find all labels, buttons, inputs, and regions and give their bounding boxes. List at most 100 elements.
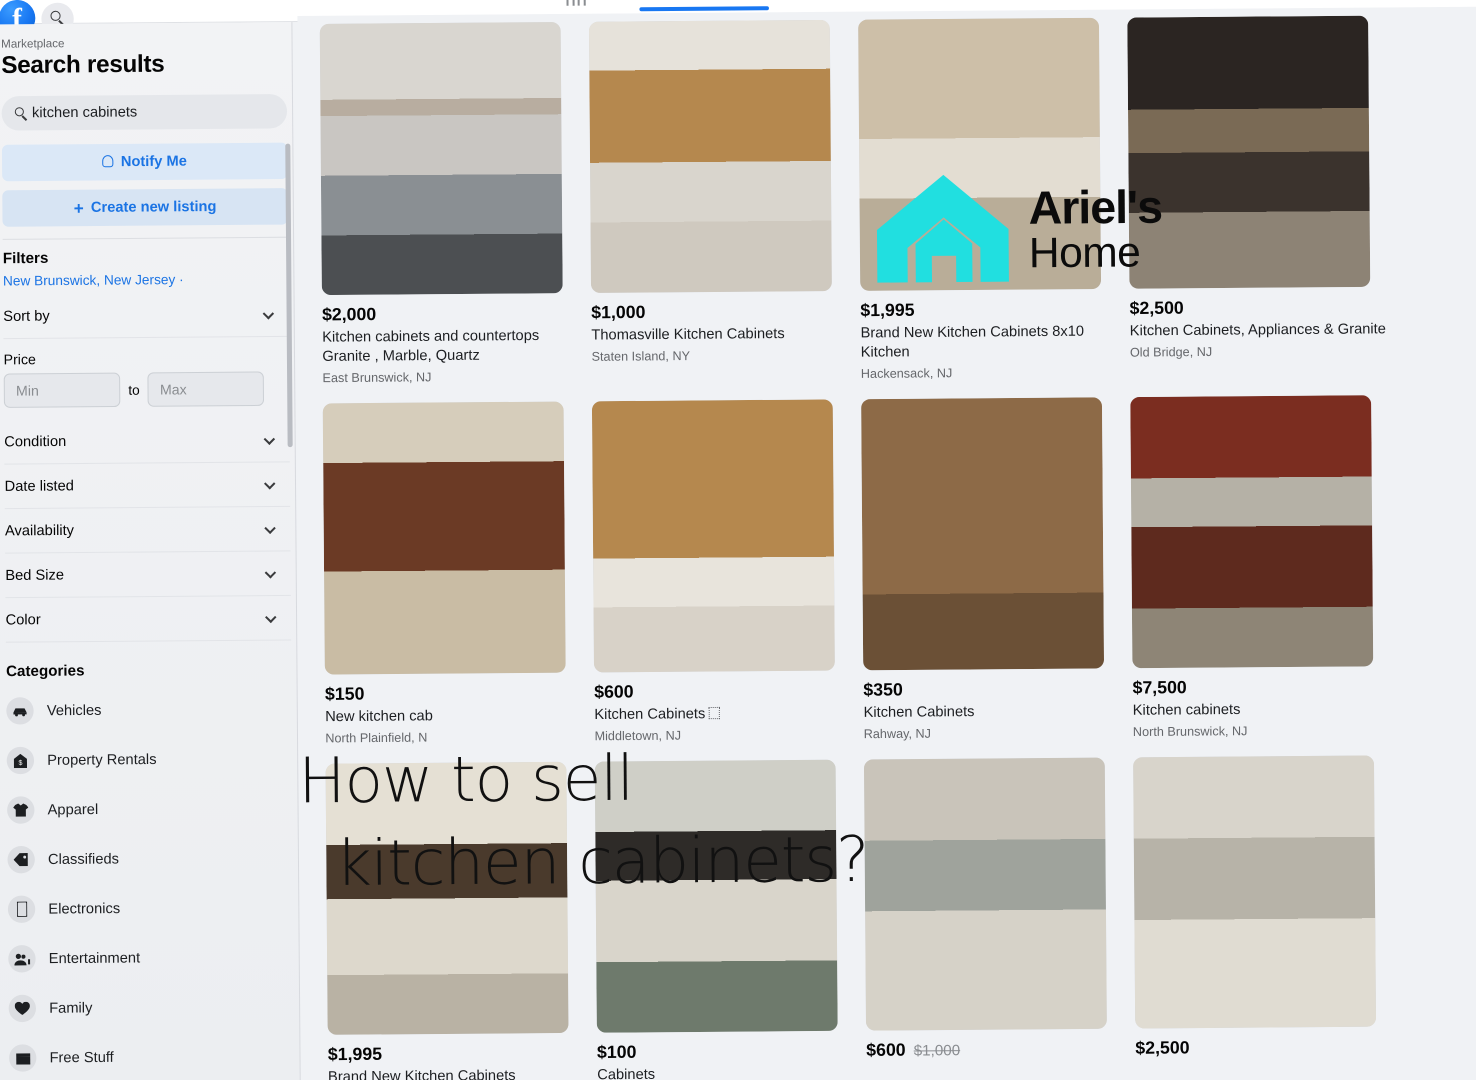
listing-title: Kitchen cabinets and countertops Granite…	[322, 327, 540, 366]
price-min-input[interactable]	[3, 372, 121, 408]
listing-photo[interactable]	[591, 399, 835, 673]
listing-card[interactable]: $350 Kitchen Cabinets Rahway, NJ	[861, 397, 1125, 742]
screenshot-stage: Marketplace Search results Notify Me + C…	[0, 0, 1476, 1080]
listing-photo-image	[325, 762, 569, 1036]
category-item-entertainment[interactable]: Entertainment	[8, 932, 283, 984]
listing-photo[interactable]	[588, 19, 832, 293]
listing-price: $1,000	[591, 300, 852, 323]
listing-photo[interactable]	[1127, 15, 1371, 289]
notify-me-button[interactable]: Notify Me	[1, 142, 288, 182]
listing-card[interactable]: $1,995Brand New Kitchen CabinetsJersey C…	[325, 762, 590, 1080]
listing-title: Brand New Kitchen Cabinets	[327, 1068, 516, 1080]
listing-card[interactable]: $2,000 Kitchen cabinets and countertops G…	[319, 22, 584, 386]
listing-price: $600 $1,000	[866, 1038, 1127, 1061]
listing-price-current: $1,000	[591, 301, 646, 323]
listing-price: $2,500	[1129, 296, 1390, 319]
filter-row-condition[interactable]: Condition	[4, 417, 290, 465]
listing-title: Brand New Kitchen Cabinets 8x10 Kitchen	[860, 323, 1085, 361]
listing-photo-image	[1133, 755, 1377, 1029]
page-title: Search results	[1, 50, 165, 80]
listing-location: North Brunswick, NJ	[1132, 724, 1248, 740]
filter-row-date-listed[interactable]: Date listed	[4, 462, 291, 510]
listing-card[interactable]: $7,500 Kitchen cabinets North Brunswick, N…	[1130, 395, 1394, 739]
tab-marketplace[interactable]	[540, 0, 654, 8]
listing-card[interactable]: $600 $1,000	[863, 757, 1128, 1080]
listing-price-current: $2,500	[1135, 1037, 1190, 1059]
categories-heading: Categories	[5, 662, 85, 681]
listing-photo[interactable]	[594, 760, 838, 1034]
filter-label: Color	[5, 611, 41, 629]
listing-card[interactable]: $1,000 Thomasville Kitchen Cabinets Staten…	[588, 19, 853, 384]
active-tab-indicator	[639, 6, 769, 12]
listing-location: North Plainfield, N	[325, 730, 428, 746]
listing-price: $150	[325, 682, 586, 705]
listing-photo-image	[1130, 395, 1374, 669]
listing-card[interactable]: $1,995 Brand New Kitchen Cabinets 8x10 Ki…	[858, 17, 1122, 382]
price-max-input[interactable]	[147, 371, 265, 407]
price-separator: to	[128, 382, 140, 398]
listing-photo[interactable]	[325, 762, 569, 1036]
sidebar-scrollbar[interactable]	[285, 143, 293, 448]
listing-photo-image	[591, 399, 835, 673]
listing-photo[interactable]	[863, 757, 1107, 1032]
filter-row-bed-size[interactable]: Bed Size	[5, 551, 291, 599]
filter-row-color[interactable]: Color	[5, 595, 292, 643]
listing-price-current: $1,995	[860, 299, 915, 321]
listing-photo[interactable]	[319, 22, 563, 296]
listing-photo-image	[319, 22, 563, 296]
car-icon	[6, 697, 34, 725]
plus-icon: +	[73, 198, 84, 218]
listing-photo[interactable]	[322, 401, 566, 675]
listing-price: $350	[863, 678, 1124, 701]
filter-row-availability[interactable]: Availability	[4, 506, 291, 554]
listing-card[interactable]: $2,500	[1133, 755, 1397, 1080]
listing-title: Kitchen cabinets	[1132, 702, 1241, 720]
listing-photo-image	[858, 17, 1102, 291]
listing-price: $2,500	[1135, 1036, 1396, 1059]
video-camera-icon	[8, 945, 36, 973]
chevron-down-icon	[263, 433, 276, 445]
listing-card[interactable]: $600 Kitchen Cabinets Middletown, NJ	[591, 399, 856, 744]
search-field[interactable]	[1, 93, 288, 131]
category-item-electronics[interactable]: Electronics	[7, 882, 283, 934]
location-filter-link[interactable]: New Brunswick, New Jersey ·	[3, 271, 277, 289]
category-item-classifieds[interactable]: Classifieds	[7, 833, 282, 885]
listing-location: Staten Island, NY	[591, 349, 691, 364]
category-label: Family	[49, 999, 93, 1017]
category-item-free-stuff[interactable]: Free Stuff	[8, 1031, 284, 1080]
marketplace-sidebar: Marketplace Search results Notify Me + C…	[0, 22, 301, 1080]
listing-photo[interactable]	[861, 397, 1105, 671]
listing-card[interactable]: $150 New kitchen cab North Plainfield, N	[322, 401, 587, 746]
breadcrumb: Marketplace	[1, 38, 65, 51]
listing-title: Kitchen Cabinets, Appliances & Granite	[1129, 321, 1386, 340]
listing-price: $1,995	[328, 1042, 589, 1065]
bell-icon	[102, 155, 114, 168]
category-item-vehicles[interactable]: Vehicles	[6, 684, 281, 736]
listing-price-current: $7,500	[1132, 677, 1187, 698]
chevron-down-icon	[265, 611, 277, 624]
filter-label: Availability	[4, 522, 75, 539]
category-item-family[interactable]: Family	[8, 982, 283, 1034]
listing-photo[interactable]	[858, 17, 1102, 291]
category-item-property-rentals[interactable]: $ Property Rentals	[6, 734, 282, 786]
search-results-grid: $2,000 Kitchen cabinets and countertops G…	[297, 6, 1476, 1080]
listing-price-current: $350	[863, 679, 903, 700]
listing-location: Middletown, NJ	[594, 728, 682, 744]
listing-photo-image	[322, 401, 566, 675]
category-item-apparel[interactable]: Apparel	[7, 783, 282, 835]
gift-icon	[8, 1044, 37, 1072]
listing-photo[interactable]	[1130, 395, 1374, 669]
listing-title: Kitchen Cabinets	[863, 704, 975, 722]
create-new-listing-button[interactable]: + Create new listing	[2, 188, 288, 227]
listing-photo[interactable]	[1133, 755, 1377, 1029]
heart-icon	[8, 994, 37, 1023]
search-input[interactable]	[31, 94, 276, 131]
listing-title: Kitchen Cabinets	[594, 704, 855, 725]
tag-icon	[7, 845, 35, 874]
listing-card[interactable]: $100CabinetsNew York, NY	[594, 760, 859, 1080]
filter-row-sort-by[interactable]: Sort by	[3, 292, 289, 340]
listing-photo-image	[1127, 15, 1371, 289]
listing-photo-image	[861, 397, 1105, 671]
listing-card[interactable]: $2,500 Kitchen Cabinets, Appliances & Gra…	[1127, 15, 1391, 380]
divider	[2, 236, 289, 240]
